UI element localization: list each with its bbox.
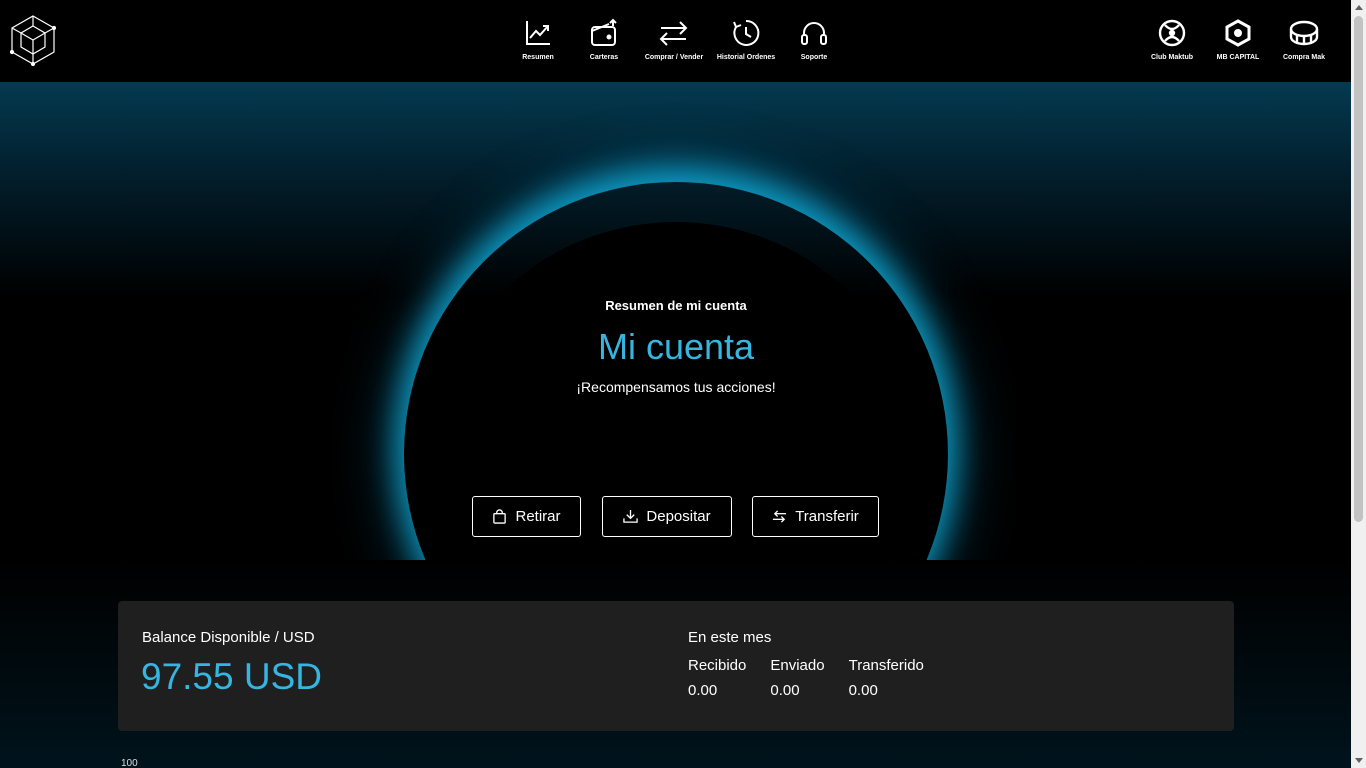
page-title: Mi cuenta bbox=[597, 326, 755, 367]
nav-resumen[interactable]: Resumen bbox=[510, 18, 566, 61]
top-navbar: Resumen Carteras Comprar / Vender Histor… bbox=[0, 0, 1351, 82]
nav-resumen-label: Resumen bbox=[522, 54, 554, 61]
balance-label: Balance Disponible / USD bbox=[142, 629, 315, 646]
stat-transferred-label: Transferido bbox=[848, 657, 924, 674]
account-actions: Retirar Depositar Transferir bbox=[0, 496, 1351, 538]
account-summary-section: Balance Disponible / USD 97.55 USD En es… bbox=[0, 560, 1351, 768]
nav-historial-ordenes[interactable]: Historial Ordenes bbox=[706, 18, 786, 61]
shopping-bag-icon bbox=[493, 509, 507, 524]
month-stats: Recibido 0.00 Enviado 0.00 Transferido 0… bbox=[688, 657, 948, 699]
coin-icon bbox=[1289, 20, 1319, 46]
nav-carteras[interactable]: Carteras bbox=[566, 18, 642, 61]
wallet-icon bbox=[591, 18, 617, 46]
swap-arrows-icon bbox=[659, 21, 688, 46]
scroll-thumb[interactable] bbox=[1354, 16, 1363, 522]
club-maktub-icon bbox=[1158, 19, 1186, 47]
scroll-up-arrow-icon[interactable] bbox=[1355, 5, 1363, 10]
nav-historial-ordenes-label: Historial Ordenes bbox=[716, 54, 776, 61]
history-clock-icon bbox=[733, 19, 760, 46]
nav-mb-capital[interactable]: MB CAPITAL bbox=[1205, 18, 1271, 61]
nav-club-maktub[interactable]: Club Maktub bbox=[1139, 18, 1205, 61]
hero-section: Resumen de mi cuenta Mi cuenta ¡Recompen… bbox=[0, 82, 1351, 560]
nav-club-maktub-label: Club Maktub bbox=[1151, 54, 1193, 61]
stat-sent-label: Enviado bbox=[770, 657, 825, 674]
page-scrollbar[interactable] bbox=[1351, 0, 1366, 768]
mb-capital-icon bbox=[1225, 19, 1251, 47]
stat-transferred: Transferido 0.00 bbox=[849, 657, 924, 699]
withdraw-button[interactable]: Retirar bbox=[472, 496, 581, 537]
month-label: En este mes bbox=[688, 629, 772, 646]
transfer-arrows-icon bbox=[773, 510, 787, 523]
balance-card: Balance Disponible / USD 97.55 USD En es… bbox=[118, 601, 1234, 731]
transfer-label: Transferir bbox=[795, 508, 859, 525]
nav-mb-capital-label: MB CAPITAL bbox=[1216, 54, 1260, 61]
cube-logo-icon[interactable] bbox=[10, 14, 56, 66]
download-icon bbox=[623, 509, 639, 523]
deposit-label: Depositar bbox=[646, 508, 711, 525]
headset-icon bbox=[801, 22, 827, 45]
nav-compra-mak-label: Compra Mak bbox=[1282, 54, 1325, 61]
withdraw-label: Retirar bbox=[515, 508, 561, 525]
stat-received: Recibido 0.00 bbox=[688, 657, 746, 699]
scroll-down-arrow-icon[interactable] bbox=[1355, 758, 1363, 763]
main-nav: Resumen Carteras Comprar / Vender Histor… bbox=[510, 18, 842, 61]
stat-transferred-value: 0.00 bbox=[848, 682, 878, 699]
nav-comprar-vender-label: Comprar / Vender bbox=[644, 54, 704, 61]
nav-soporte-label: Soporte bbox=[800, 54, 828, 61]
transfer-button[interactable]: Transferir bbox=[752, 496, 879, 537]
stat-received-value: 0.00 bbox=[688, 682, 718, 699]
stat-sent-value: 0.00 bbox=[770, 682, 800, 699]
deposit-button[interactable]: Depositar bbox=[602, 496, 732, 537]
nav-soporte[interactable]: Soporte bbox=[786, 18, 842, 61]
nav-comprar-vender[interactable]: Comprar / Vender bbox=[642, 18, 706, 61]
partner-nav: Club Maktub MB CAPITAL Compra Mak bbox=[1139, 18, 1337, 61]
hero-tagline: ¡Recompensamos tus acciones! bbox=[576, 379, 776, 395]
nav-compra-mak[interactable]: Compra Mak bbox=[1271, 18, 1337, 61]
stat-received-label: Recibido bbox=[688, 657, 747, 674]
balance-value: 97.55 USD bbox=[141, 656, 322, 697]
chart-axis-tick: 100 bbox=[121, 758, 138, 768]
chart-line-icon bbox=[526, 21, 550, 45]
stat-sent: Enviado 0.00 bbox=[770, 657, 824, 699]
nav-carteras-label: Carteras bbox=[589, 54, 619, 61]
hero-subtitle: Resumen de mi cuenta bbox=[605, 298, 747, 313]
